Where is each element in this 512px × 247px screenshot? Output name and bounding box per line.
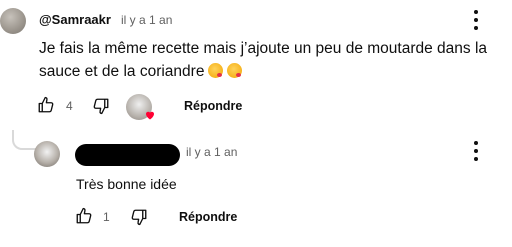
- reply-avatar[interactable]: [34, 141, 60, 167]
- thread-connector: [12, 130, 38, 150]
- avatar[interactable]: [0, 8, 26, 34]
- reply-button[interactable]: Répondre: [184, 99, 242, 113]
- emoji-kiss-icon: [227, 63, 243, 78]
- reply-text: Très bonne idée: [76, 176, 177, 192]
- comment-author[interactable]: @Samraakr: [39, 12, 111, 27]
- comment-text-content: Je fais la même recette mais j’ajoute un…: [39, 40, 488, 80]
- redacted-author: [75, 144, 180, 166]
- more-vert-icon[interactable]: [468, 10, 484, 30]
- like-count: 1: [103, 210, 110, 224]
- emoji-kiss-icon: [208, 63, 224, 78]
- reply-time[interactable]: il y a 1 an: [186, 145, 237, 159]
- comment-time[interactable]: il y a 1 an: [121, 13, 172, 27]
- like-count: 4: [66, 99, 73, 113]
- thumb-up-icon[interactable]: [37, 96, 55, 114]
- comment-text: Je fais la même recette mais j’ajoute un…: [39, 37, 499, 83]
- more-vert-icon[interactable]: [468, 141, 484, 161]
- reply-button[interactable]: Répondre: [179, 210, 237, 224]
- heart-icon: [146, 111, 154, 120]
- thumb-down-icon[interactable]: [130, 208, 148, 226]
- thumb-down-icon[interactable]: [92, 97, 110, 115]
- thumb-up-icon[interactable]: [75, 207, 93, 225]
